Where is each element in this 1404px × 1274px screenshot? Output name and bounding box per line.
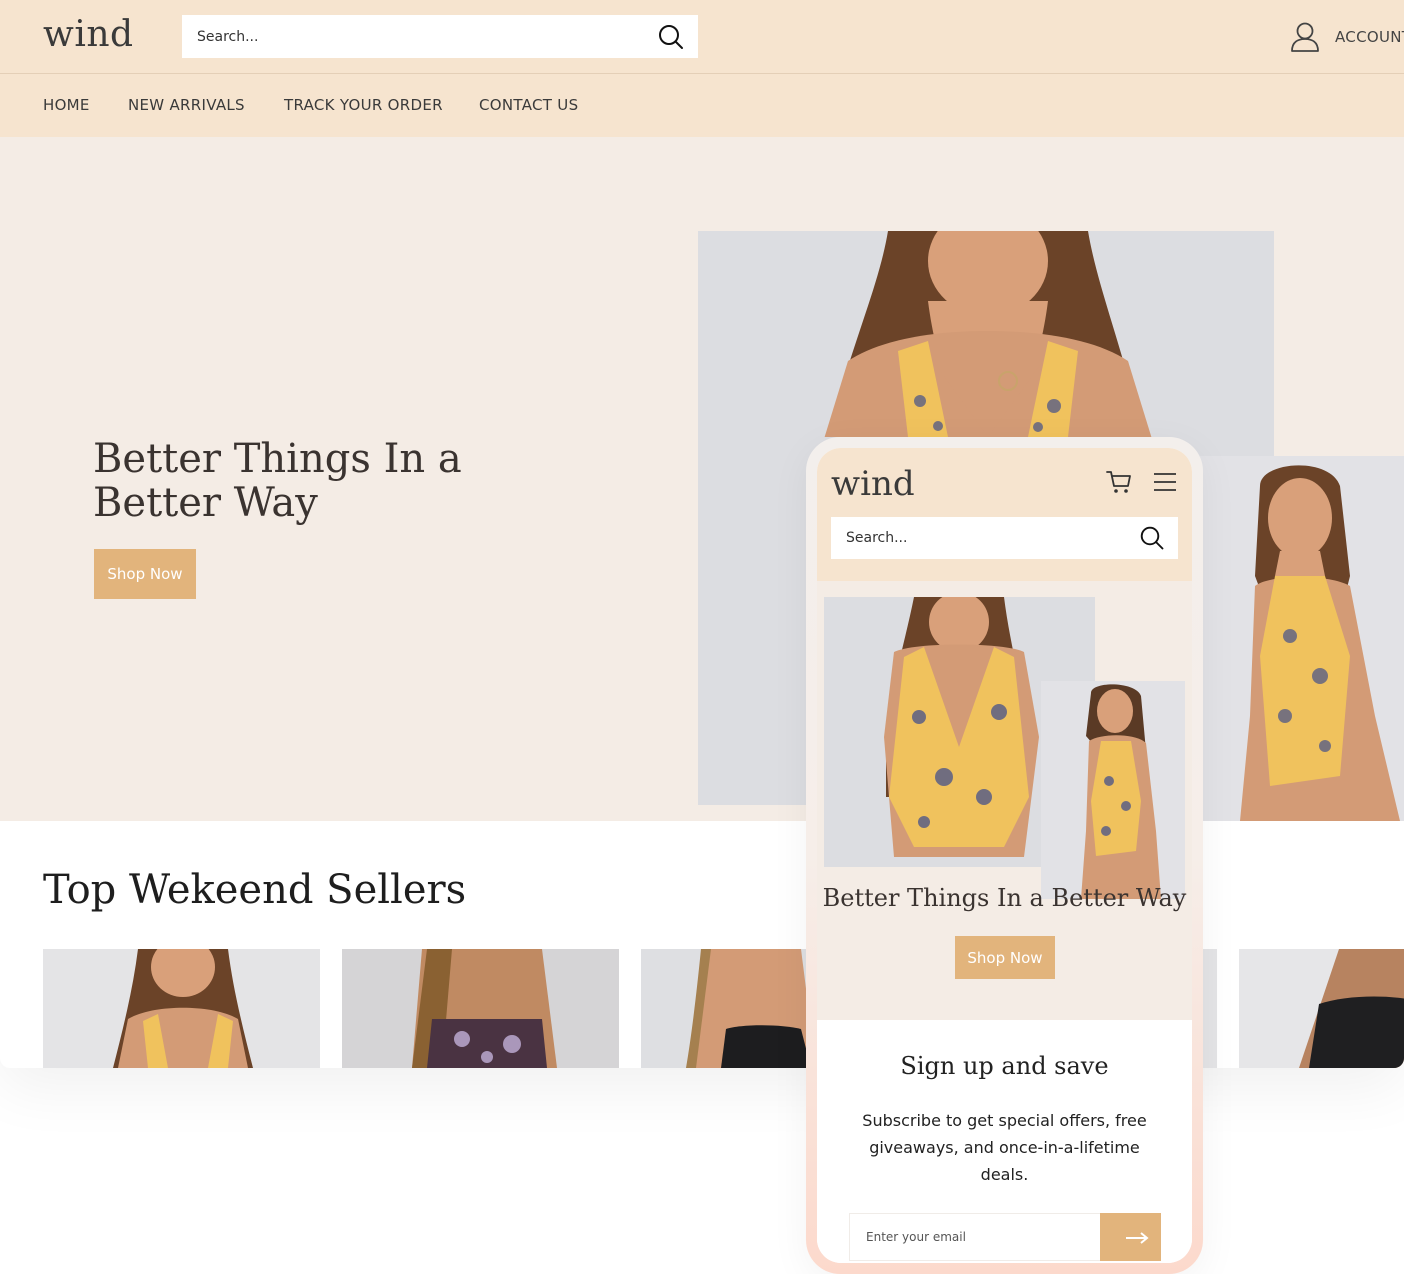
hero-image-model-side — [1200, 456, 1404, 821]
mobile-hero-title: Better Things In a Better Way — [822, 884, 1187, 912]
signup-title: Sign up and save — [900, 1052, 1109, 1080]
signup-section: Sign up and save Subscribe to get specia… — [817, 1020, 1192, 1263]
nav-home[interactable]: HOME — [43, 96, 90, 114]
cart-icon[interactable] — [1106, 469, 1132, 495]
product-card[interactable] — [1239, 949, 1404, 1068]
account-link[interactable]: ACCOUNT — [1290, 20, 1404, 54]
mobile-screen: wind Search... Better Things In a Better… — [817, 448, 1192, 1263]
nav-track-order[interactable]: TRACK YOUR ORDER — [284, 96, 443, 114]
mobile-search-bar — [831, 517, 1178, 559]
top-header: wind ACCOUNT — [0, 0, 1404, 74]
mobile-shop-now-button[interactable]: Shop Now — [955, 936, 1055, 979]
site-logo[interactable]: wind — [43, 14, 134, 55]
signup-text: Subscribe to get special offers, free gi… — [862, 1111, 1147, 1184]
mobile-logo[interactable]: wind — [831, 464, 915, 504]
nav-contact-us[interactable]: CONTACT US — [479, 96, 578, 114]
shop-now-button[interactable]: Shop Now — [94, 549, 196, 599]
sellers-title: Top Wekeend Sellers — [43, 867, 467, 913]
mobile-hero: Better Things In a Better Way Shop Now — [817, 581, 1192, 1020]
subscribe-button[interactable] — [1100, 1213, 1161, 1261]
product-card[interactable] — [342, 949, 619, 1068]
mobile-hero-image-side — [1041, 681, 1185, 899]
product-card[interactable] — [43, 949, 320, 1068]
email-field[interactable] — [849, 1213, 1100, 1261]
hero-title: Better Things In a Better Way — [93, 436, 462, 526]
nav-new-arrivals[interactable]: NEW ARRIVALS — [128, 96, 245, 114]
main-nav: HOME NEW ARRIVALS TRACK YOUR ORDER CONTA… — [0, 74, 1404, 137]
search-icon[interactable] — [658, 24, 684, 50]
account-label: ACCOUNT — [1335, 28, 1404, 46]
search-input[interactable] — [182, 15, 642, 58]
mobile-frame: wind Search... Better Things In a Better… — [806, 437, 1203, 1274]
mobile-header: wind — [817, 448, 1192, 581]
arrow-right-icon — [1106, 1214, 1155, 1262]
search-icon[interactable] — [1140, 526, 1164, 550]
user-icon — [1290, 21, 1320, 53]
mobile-search-input[interactable] — [831, 517, 1131, 559]
search-bar — [182, 15, 698, 58]
email-form — [849, 1213, 1161, 1261]
menu-icon[interactable] — [1153, 471, 1177, 493]
